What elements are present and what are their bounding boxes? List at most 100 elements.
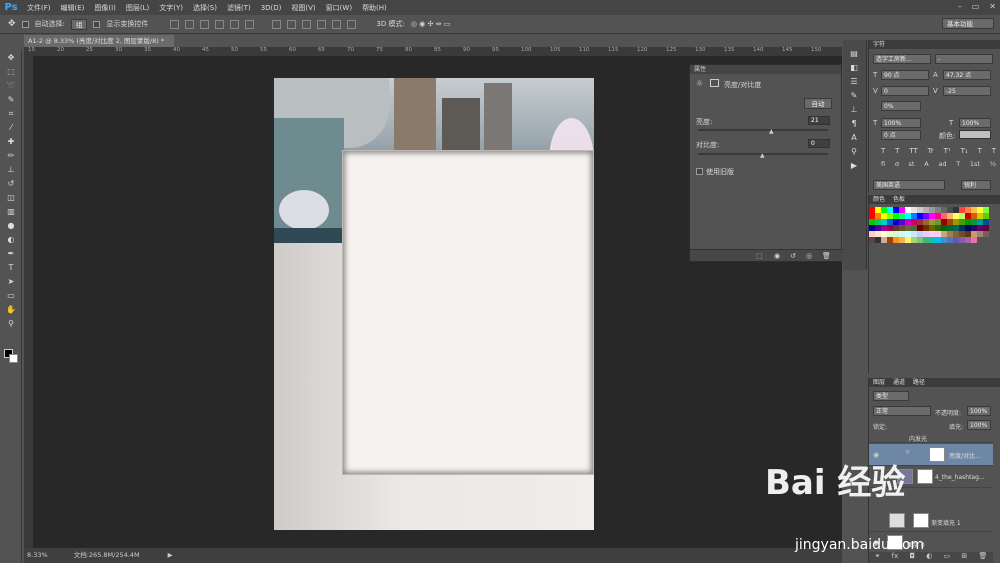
distribute-middle-icon[interactable] bbox=[287, 19, 297, 29]
horizontal-ruler[interactable]: 15 20 25 30 35 40 45 50 55 60 65 70 75 80 85 90 95 100 105… bbox=[24, 47, 842, 56]
delete-icon[interactable]: 🗑 bbox=[822, 252, 831, 260]
move-tool-icon[interactable]: ✥ bbox=[4, 52, 18, 64]
align-center-icon[interactable] bbox=[230, 19, 240, 29]
titling-button[interactable]: T bbox=[956, 160, 960, 168]
small-caps-button[interactable]: Tr bbox=[928, 147, 934, 155]
swash-button[interactable]: A bbox=[924, 160, 928, 168]
font-family-dropdown[interactable]: 造字工房新... bbox=[873, 54, 931, 64]
baseline-shift-input[interactable]: 0 点 bbox=[881, 130, 921, 140]
marquee-tool-icon[interactable]: ⬚ bbox=[4, 66, 18, 78]
menu-file[interactable]: 文件(F) bbox=[22, 3, 56, 13]
baseline-scale-input[interactable]: 0% bbox=[881, 101, 921, 111]
strikethrough-button[interactable]: T bbox=[992, 147, 996, 155]
zoom-level[interactable]: 8.33% bbox=[27, 551, 48, 559]
horizontal-scale-input[interactable]: 100% bbox=[959, 118, 991, 128]
distribute-bottom-icon[interactable] bbox=[302, 19, 312, 29]
blur-tool-icon[interactable]: ● bbox=[4, 220, 18, 232]
distribute-center-icon[interactable] bbox=[332, 19, 342, 29]
visibility-icon[interactable]: ◎ bbox=[806, 252, 812, 260]
menu-view[interactable]: 视图(V) bbox=[286, 3, 320, 13]
legacy-checkbox[interactable] bbox=[696, 168, 703, 175]
superscript-button[interactable]: T¹ bbox=[944, 147, 951, 155]
menu-edit[interactable]: 编辑(E) bbox=[56, 3, 90, 13]
status-arrow-icon[interactable]: ▶ bbox=[168, 551, 173, 559]
history-brush-icon[interactable]: ↺ bbox=[4, 178, 18, 190]
clone-source-icon[interactable]: ⊥ bbox=[847, 104, 861, 116]
brush-panel-icon[interactable]: ✎ bbox=[847, 90, 861, 102]
healing-tool-icon[interactable]: ✚ bbox=[4, 136, 18, 148]
faux-italic-button[interactable]: T bbox=[895, 147, 899, 155]
eyedropper-tool-icon[interactable]: ⁄ bbox=[4, 122, 18, 134]
paragraph-panel-icon[interactable]: ¶ bbox=[847, 118, 861, 130]
old-style-button[interactable]: ơ bbox=[895, 160, 899, 168]
dodge-tool-icon[interactable]: ◐ bbox=[4, 234, 18, 246]
all-caps-button[interactable]: TT bbox=[909, 147, 917, 155]
kerning-input[interactable]: 0 bbox=[881, 86, 929, 96]
menu-layer[interactable]: 图层(L) bbox=[121, 3, 154, 13]
auto-select-dropdown[interactable]: 组 bbox=[70, 18, 88, 30]
document-tab[interactable]: A1-2 @ 8.33% (亮度/对比度 2, 图层蒙版/8) * bbox=[24, 35, 174, 47]
workspace-dropdown[interactable]: 基本功能 bbox=[942, 18, 994, 29]
tab-swatches[interactable]: 色板 bbox=[893, 196, 905, 203]
brightness-slider[interactable] bbox=[698, 129, 828, 131]
fractions-button[interactable]: ½ bbox=[990, 160, 996, 168]
character-panel-icon[interactable]: A bbox=[847, 132, 861, 144]
align-middle-icon[interactable] bbox=[185, 19, 195, 29]
antialias-dropdown[interactable]: 锐利 bbox=[961, 180, 991, 190]
faux-bold-button[interactable]: T bbox=[881, 147, 885, 155]
layer-filter-dropdown[interactable]: 类型 bbox=[873, 391, 909, 401]
ordinals-button[interactable]: 1st bbox=[970, 160, 980, 168]
path-select-icon[interactable]: ➤ bbox=[4, 276, 18, 288]
blend-mode-dropdown[interactable]: 正常 bbox=[873, 406, 931, 416]
crop-tool-icon[interactable]: ⌗ bbox=[4, 108, 18, 120]
swatch-grid[interactable] bbox=[869, 207, 993, 243]
ligatures-button[interactable]: fi bbox=[881, 160, 885, 168]
zoom-tool-icon[interactable]: ⚲ bbox=[4, 318, 18, 330]
trash-icon[interactable]: 🗑 bbox=[978, 552, 987, 563]
brush-tool-icon[interactable]: ✏ bbox=[4, 150, 18, 162]
language-dropdown[interactable]: 美国英语 bbox=[873, 180, 945, 190]
text-color-swatch[interactable] bbox=[959, 130, 991, 139]
distribute-right-icon[interactable] bbox=[347, 19, 357, 29]
menu-image[interactable]: 图像(I) bbox=[89, 3, 121, 13]
font-size-input[interactable]: 90 点 bbox=[881, 70, 929, 80]
navigator-icon[interactable]: ⚲ bbox=[847, 146, 861, 158]
hand-tool-icon[interactable]: ✋ bbox=[4, 304, 18, 316]
eraser-tool-icon[interactable]: ◫ bbox=[4, 192, 18, 204]
document-canvas[interactable] bbox=[274, 78, 594, 530]
menu-select[interactable]: 选择(S) bbox=[188, 3, 222, 13]
adjustments-panel-icon[interactable]: ◧ bbox=[847, 62, 861, 74]
lasso-tool-icon[interactable]: ➰ bbox=[4, 80, 18, 92]
menu-filter[interactable]: 滤镜(T) bbox=[222, 3, 256, 13]
gradient-tool-icon[interactable]: ▥ bbox=[4, 206, 18, 218]
distribute-left-icon[interactable] bbox=[317, 19, 327, 29]
auto-select-checkbox[interactable] bbox=[21, 20, 29, 28]
opacity-input[interactable]: 100% bbox=[967, 406, 991, 416]
close-icon[interactable]: ✕ bbox=[989, 2, 996, 11]
vertical-ruler[interactable] bbox=[24, 56, 33, 548]
properties-panel-icon[interactable]: ☰ bbox=[847, 76, 861, 88]
3d-rotate-icon[interactable]: ◎ ◉ ✣ ⇔ ▭ bbox=[411, 20, 450, 28]
brightness-input[interactable]: 21 bbox=[808, 116, 830, 125]
layer-effect-inner-glow[interactable]: 内发光 bbox=[869, 433, 993, 443]
auto-button[interactable]: 自动 bbox=[804, 98, 832, 109]
move-tool-icon[interactable]: ✥ bbox=[8, 19, 16, 29]
actions-icon[interactable]: ▶ bbox=[847, 160, 861, 172]
background-color-swatch[interactable] bbox=[9, 354, 18, 363]
mask-icon[interactable] bbox=[710, 79, 719, 87]
color-swatch[interactable] bbox=[983, 231, 989, 237]
doc-size[interactable]: 文档:265.8M/254.4M bbox=[74, 551, 140, 559]
tab-channels[interactable]: 通道 bbox=[893, 379, 905, 386]
maximize-icon[interactable]: ▭ bbox=[972, 2, 980, 11]
menu-help[interactable]: 帮助(H) bbox=[357, 3, 392, 13]
shape-tool-icon[interactable]: ▭ bbox=[4, 290, 18, 302]
tracking-input[interactable]: -25 bbox=[943, 86, 991, 96]
pen-tool-icon[interactable]: ✒ bbox=[4, 248, 18, 260]
align-left-icon[interactable] bbox=[215, 19, 225, 29]
brightness-slider-thumb[interactable]: ▲ bbox=[769, 128, 774, 135]
menu-type[interactable]: 文字(Y) bbox=[154, 3, 188, 13]
type-tool-icon[interactable]: T bbox=[4, 262, 18, 274]
fill-input[interactable]: 100% bbox=[967, 420, 991, 430]
align-bottom-icon[interactable] bbox=[200, 19, 210, 29]
subscript-button[interactable]: T₁ bbox=[961, 147, 968, 155]
